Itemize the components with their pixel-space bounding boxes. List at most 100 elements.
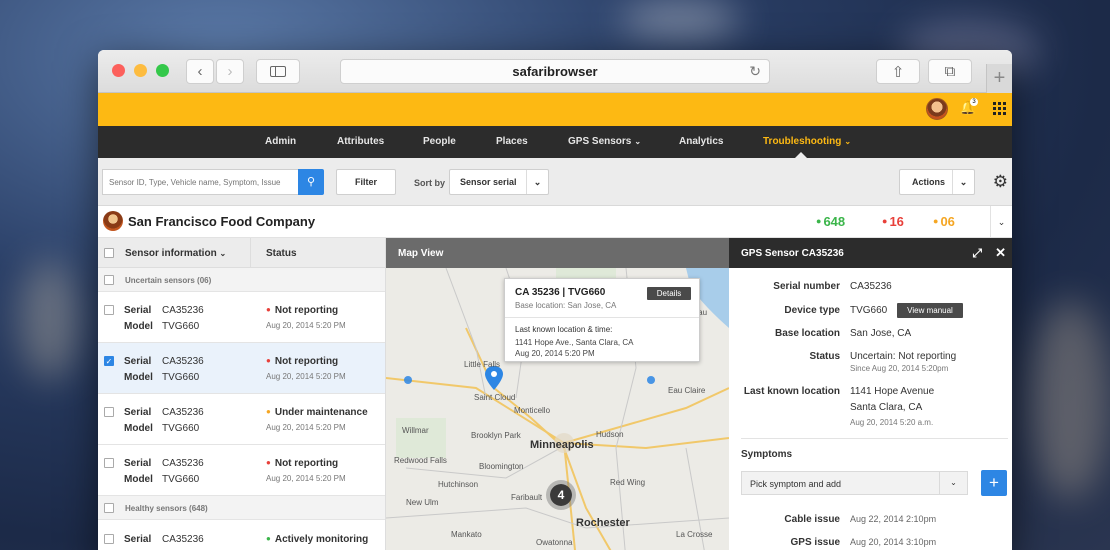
chevron-down-icon: ⌄ bbox=[526, 170, 548, 194]
group-checkbox[interactable] bbox=[104, 275, 114, 285]
serial-key: Serial bbox=[124, 407, 152, 418]
nav-item-places[interactable]: Places bbox=[496, 136, 528, 147]
tabs-overview-button[interactable]: ⧉ bbox=[928, 59, 972, 84]
chevron-down-icon: ⌄ bbox=[219, 249, 227, 258]
issue-label: GPS issue bbox=[790, 537, 840, 548]
expand-icon[interactable]: ⤢ bbox=[972, 246, 982, 261]
row-checkbox[interactable] bbox=[104, 534, 114, 544]
status-text: ● Actively monitoring bbox=[266, 534, 368, 545]
zoom-window-button[interactable] bbox=[156, 64, 169, 77]
issue-time: Aug 22, 2014 2:10pm bbox=[850, 514, 937, 524]
device-type-label: Device type bbox=[784, 305, 840, 316]
symptoms-title: Symptoms bbox=[741, 449, 793, 460]
row-checkbox[interactable]: ✓ bbox=[104, 356, 114, 366]
stat-warning[interactable]: ● 06 bbox=[933, 214, 955, 229]
actions-label: Actions bbox=[912, 177, 946, 187]
browser-toolbar: ‹ › safaribrowser ↻ ⇧ ⧉ + bbox=[98, 50, 1012, 93]
stat-healthy[interactable]: ● 648 bbox=[816, 214, 845, 229]
stat-critical[interactable]: ● 16 bbox=[882, 214, 904, 229]
sort-select[interactable]: Sensor serial ⌄ bbox=[449, 169, 549, 195]
map-city-label: Redwood Falls bbox=[394, 456, 447, 465]
model-key: Model bbox=[124, 474, 153, 485]
sort-label: Sort by bbox=[414, 178, 446, 188]
status-label: Not reporting bbox=[274, 305, 339, 316]
nav-item-gps-sensors[interactable]: GPS Sensors ⌄ bbox=[568, 136, 641, 147]
group-healthy: Healthy sensors (648) bbox=[98, 496, 385, 520]
map-city-label: Minneapolis bbox=[530, 439, 594, 451]
status-time: Aug 20, 2014 5:20 PM bbox=[266, 474, 346, 483]
status-text: ● Under maintenance bbox=[266, 407, 368, 418]
status-dot-icon: ● bbox=[266, 305, 271, 314]
popup-time: Aug 20, 2014 5:20 PM bbox=[515, 349, 595, 358]
details-button[interactable]: Details bbox=[647, 287, 691, 300]
nav-item-people[interactable]: People bbox=[423, 136, 456, 147]
chevron-down-icon: ⌄ bbox=[844, 137, 852, 146]
address-bar[interactable]: safaribrowser ↻ bbox=[340, 59, 770, 84]
row-checkbox[interactable] bbox=[104, 305, 114, 315]
filter-button[interactable]: Filter bbox=[336, 169, 396, 195]
status-dot-icon: ● bbox=[266, 407, 271, 416]
popup-base-location: Base location: San Jose, CA bbox=[515, 301, 617, 310]
status-label: Status bbox=[809, 351, 840, 362]
plus-icon: + bbox=[993, 67, 1006, 89]
sidebar-toggle-button[interactable] bbox=[256, 59, 300, 84]
status-text: ● Not reporting bbox=[266, 458, 338, 469]
sensor-info-column-header[interactable]: Sensor information ⌄ bbox=[125, 248, 226, 259]
close-icon[interactable]: ✕ bbox=[995, 245, 1006, 261]
serial-key: Serial bbox=[124, 356, 152, 367]
view-manual-button[interactable]: View manual bbox=[897, 303, 963, 318]
actions-dropdown[interactable]: Actions ⌄ bbox=[899, 169, 975, 195]
map-city-label: New Ulm bbox=[406, 498, 439, 507]
main-content: Sensor information ⌄ Status Uncertain se… bbox=[98, 238, 1012, 550]
map-city-label: Willmar bbox=[402, 426, 429, 435]
map-cluster-marker[interactable]: 4 bbox=[546, 480, 576, 510]
company-logo bbox=[103, 211, 123, 231]
serial-value: CA35236 bbox=[162, 356, 204, 367]
status-column-header[interactable]: Status bbox=[266, 248, 297, 259]
close-window-button[interactable] bbox=[112, 64, 125, 77]
nav-item-admin[interactable]: Admin bbox=[265, 136, 296, 147]
gear-icon[interactable]: ⚙ bbox=[993, 172, 1008, 192]
map-city-label: Faribault bbox=[511, 493, 543, 502]
table-row[interactable]: Serial CA35236 Model TVG660 ● Under maint… bbox=[98, 394, 385, 445]
model-key: Model bbox=[124, 372, 153, 383]
notification-badge: 3 bbox=[970, 98, 978, 106]
select-all-checkbox[interactable] bbox=[104, 248, 114, 258]
new-tab-button[interactable]: + bbox=[986, 64, 1012, 93]
issue-label: Cable issue bbox=[784, 514, 840, 525]
back-button[interactable]: ‹ bbox=[186, 59, 214, 84]
serial-value: CA35236 bbox=[162, 305, 204, 316]
row-checkbox[interactable] bbox=[104, 407, 114, 417]
nav-item-analytics[interactable]: Analytics bbox=[679, 136, 723, 147]
table-row[interactable]: Serial CA35236 Model TVG660 ● Not reporti… bbox=[98, 292, 385, 343]
share-button[interactable]: ⇧ bbox=[876, 59, 920, 84]
forward-button[interactable]: › bbox=[216, 59, 244, 84]
add-symptom-button[interactable]: + bbox=[981, 470, 1007, 496]
map-title: Map View bbox=[386, 238, 729, 268]
search-icon: ⚲ bbox=[306, 176, 316, 188]
last-location-line1: 1141 Hope Avenue bbox=[850, 386, 935, 397]
avatar[interactable] bbox=[926, 98, 948, 120]
search-button[interactable]: ⚲ bbox=[298, 169, 324, 195]
company-dropdown-button[interactable]: ⌄ bbox=[990, 206, 1012, 238]
row-checkbox[interactable] bbox=[104, 458, 114, 468]
popup-address: 1141 Hope Ave., Santa Clara, CA bbox=[515, 338, 634, 347]
search-input[interactable] bbox=[102, 169, 298, 195]
group-checkbox[interactable] bbox=[104, 503, 114, 513]
minimize-window-button[interactable] bbox=[134, 64, 147, 77]
nav-item-troubleshooting[interactable]: Troubleshooting ⌄ bbox=[763, 136, 851, 147]
chevron-left-icon: ‹ bbox=[197, 63, 203, 80]
map-city-label: Saint Cloud bbox=[474, 393, 516, 402]
status-label: Not reporting bbox=[274, 458, 339, 469]
table-row[interactable]: ✓ Serial CA35236 Model TVG660 ● Not repor… bbox=[98, 343, 385, 394]
group-uncertain: Uncertain sensors (06) bbox=[98, 268, 385, 292]
nav-item-attributes[interactable]: Attributes bbox=[337, 136, 384, 147]
table-row[interactable]: Serial CA35236 ● Actively monitoring bbox=[98, 520, 385, 550]
apps-grid-icon[interactable] bbox=[993, 102, 1006, 115]
status-since: Since Aug 20, 2014 5:20pm bbox=[850, 364, 949, 373]
symptom-select[interactable]: Pick symptom and add ⌄ bbox=[741, 471, 968, 495]
table-row[interactable]: Serial CA35236 Model TVG660 ● Not reporti… bbox=[98, 445, 385, 496]
sidebar-icon bbox=[270, 66, 286, 77]
reload-icon[interactable]: ↻ bbox=[749, 63, 761, 80]
map-canvas[interactable]: Little Falls Saint Cloud Monticello Broo… bbox=[386, 268, 729, 550]
